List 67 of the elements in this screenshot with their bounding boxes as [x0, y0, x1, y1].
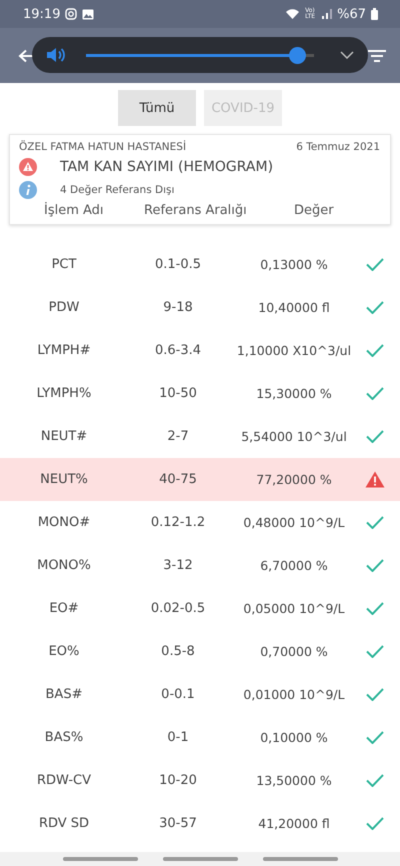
- range-cell-text: 10-20: [158, 773, 198, 788]
- test-cell-text: EO%: [48, 644, 80, 659]
- range-cell-text: 0.02-0.5: [150, 601, 206, 616]
- hospital-name: ÖZEL FATMA HATUN HASTANESİ: [19, 141, 186, 153]
- value-cell-text: 6,70000 %: [259, 558, 329, 573]
- out-of-range-note: 4 Değer Referans Dışı: [60, 184, 174, 196]
- test-cell-text: PDW: [48, 300, 80, 315]
- value-cell-text: 0,10000 %: [259, 730, 329, 745]
- column-header: İşlem Adı: [44, 203, 105, 218]
- chevron-down-icon: [340, 51, 354, 59]
- column-header: Referans Aralığı: [144, 203, 248, 218]
- image-icon: [82, 8, 94, 20]
- value-cell-text: 0,01000 10^9/L: [242, 687, 346, 702]
- clock: 19:19: [23, 6, 60, 22]
- battery-icon: [371, 8, 378, 20]
- value-cell-text: 77,20000 %: [255, 472, 333, 487]
- camera-icon: [65, 8, 78, 20]
- range-cell-text: 3-12: [162, 558, 194, 573]
- value-cell-text: 41,20000 fl: [257, 816, 331, 831]
- test-cell-text: BAS#: [44, 687, 84, 702]
- nav-handle[interactable]: [262, 857, 338, 861]
- value-cell-text: 13,50000 %: [255, 773, 333, 788]
- range-cell-text: 30-57: [158, 816, 198, 831]
- range-cell-text: 40-75: [158, 472, 198, 487]
- test-cell-text: MONO%: [36, 558, 92, 573]
- test-cell-text: BAS%: [44, 730, 84, 745]
- battery-percent: %67: [337, 6, 366, 22]
- range-cell-text: 9-18: [162, 300, 194, 315]
- range-cell-text: 0.5-8: [160, 644, 196, 659]
- range-cell-text: 0.12-1.2: [150, 515, 206, 530]
- filter-icon: [368, 48, 386, 62]
- value-cell-text: 0,13000 %: [259, 257, 329, 272]
- category-tab[interactable]: Tümü: [118, 90, 196, 126]
- value-cell-text: 1,10000 X10^3/ul: [236, 343, 352, 358]
- value-cell-text: 5,54000 10^3/ul: [240, 429, 348, 444]
- test-cell-text: NEUT#: [40, 429, 88, 444]
- report-date: 6 Temmuz 2021: [296, 141, 380, 153]
- warning-icon: [19, 158, 37, 176]
- test-cell-text: RDW-CV: [36, 773, 92, 788]
- value-cell-text: 0,48000 10^9/L: [242, 515, 346, 530]
- test-cell-text: MONO#: [36, 515, 92, 530]
- info-icon: [19, 181, 37, 199]
- range-cell-text: 2-7: [166, 429, 190, 444]
- speaker-icon: [46, 47, 66, 63]
- wifi-icon: [285, 8, 300, 20]
- nav-handle[interactable]: [162, 857, 238, 861]
- nav-handle[interactable]: [62, 857, 138, 861]
- test-name: TAM KAN SAYIMI (HEMOGRAM): [60, 159, 274, 175]
- back-arrow-icon: [18, 48, 34, 62]
- value-cell-text: 0,05000 10^9/L: [242, 601, 346, 616]
- test-cell-text: LYMPH%: [36, 386, 92, 401]
- test-cell-text: LYMPH#: [36, 343, 92, 358]
- test-cell-text: PCT: [50, 257, 78, 272]
- test-cell-text: EO#: [48, 601, 80, 616]
- range-cell-text: 0.1-0.5: [154, 257, 202, 272]
- test-cell-text: RDV SD: [38, 816, 90, 831]
- range-cell-text: 0-1: [166, 730, 190, 745]
- slider-thumb[interactable]: [289, 46, 306, 64]
- value-cell-text: 0,70000 %: [259, 644, 329, 659]
- column-header: Değer: [293, 203, 335, 218]
- value-cell-text: 15,30000 %: [255, 386, 333, 401]
- value-cell-text: 10,40000 fl: [257, 300, 331, 315]
- range-cell-text: 0-0.1: [160, 687, 196, 702]
- test-cell-text: NEUT%: [39, 472, 89, 487]
- range-cell-text: 10-50: [158, 386, 198, 401]
- range-cell-text: 0.6-3.4: [154, 343, 202, 358]
- signal-icon: [322, 9, 332, 19]
